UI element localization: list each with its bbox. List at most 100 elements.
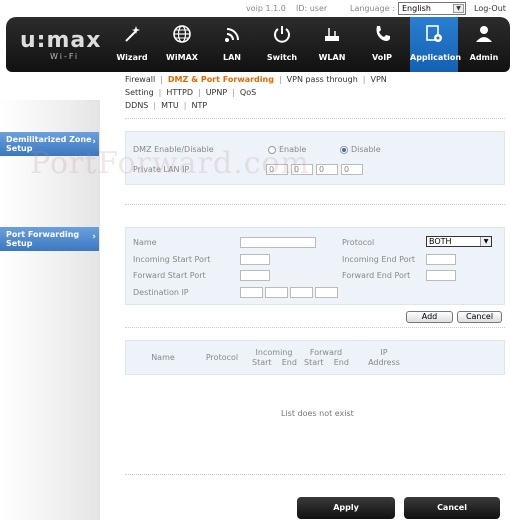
nav-label: LAN — [223, 53, 241, 62]
language-select[interactable]: English ▼ — [398, 2, 466, 15]
subnav-dmz-port-forwarding[interactable]: DMZ & Port Forwarding — [168, 75, 274, 84]
pf-forward-start-label: Forward Start Port — [133, 271, 206, 280]
pf-forward-end-input[interactable] — [426, 270, 456, 281]
router-icon — [325, 28, 339, 41]
nav-label: WLAN — [318, 53, 346, 62]
globe-icon — [173, 25, 191, 43]
chevron-down-icon: ▼ — [480, 237, 491, 246]
pf-incoming-start-input[interactable] — [240, 254, 270, 265]
pf-dest-ip-label: Destination IP — [133, 288, 189, 297]
col-protocol: Protocol — [205, 353, 239, 362]
chevron-down-icon: ▼ — [453, 4, 464, 13]
sidebar-section-dmz — [0, 100, 100, 220]
umax-logo: u:max Wi-Fi — [20, 28, 104, 64]
pf-name-label: Name — [133, 238, 157, 247]
nav-voip[interactable]: VoIP — [356, 17, 408, 72]
nav-label: Application — [410, 53, 462, 62]
logo-text: u:max — [20, 28, 102, 53]
subnav-row-2: DDNS | MTU | NTP — [125, 101, 208, 110]
pf-protocol-select[interactable]: BOTH ▼ — [426, 236, 492, 247]
dmz-ip-label: Private LAN IP — [133, 165, 190, 174]
pf-forward-end-label: Forward End Port — [342, 271, 411, 280]
dmz-ip-octet-1[interactable]: 0 — [266, 164, 288, 175]
nav-label: Wizard — [116, 53, 148, 62]
logout-link[interactable]: Log-Out — [474, 4, 506, 13]
nav-application[interactable]: Application — [410, 17, 462, 72]
divider — [125, 474, 505, 475]
user-icon — [476, 26, 492, 42]
language-label: Language : — [350, 4, 395, 13]
pf-dest-ip-octet-2[interactable] — [265, 287, 288, 298]
pf-name-input[interactable] — [240, 237, 316, 248]
subnav-firewall[interactable]: Firewall — [125, 75, 155, 84]
top-info-bar: voip 1.1.0 ID: user Language : English ▼… — [0, 0, 510, 17]
divider — [125, 118, 505, 119]
main-header: u:max Wi-Fi Wizard WiMAX LAN Switch WLAN… — [6, 17, 510, 72]
footer-cancel-button[interactable]: Cancel — [404, 497, 500, 519]
dmz-enable-option: Enable — [279, 145, 307, 154]
nav-wizard[interactable]: Wizard — [106, 17, 158, 72]
dmz-ip-octet-2[interactable]: 0 — [291, 164, 313, 175]
apply-button[interactable]: Apply — [297, 497, 395, 519]
sub-navigation: Firewall | DMZ & Port Forwarding | VPN pass … — [125, 73, 510, 112]
version-text: voip 1.1.0 — [246, 4, 286, 13]
wand-icon — [125, 26, 140, 42]
nav-label: WiMAX — [166, 53, 198, 62]
subnav-row-1: Firewall | DMZ & Port Forwarding | VPN pass … — [125, 75, 387, 97]
dmz-ip-octet-4[interactable]: 0 — [341, 164, 363, 175]
dmz-enable-radio[interactable] — [268, 146, 276, 154]
signal-icon — [225, 28, 239, 42]
cancel-button[interactable]: Cancel — [457, 311, 502, 323]
dmz-enable-label: DMZ Enable/Disable — [133, 145, 214, 154]
add-button[interactable]: Add — [406, 311, 453, 323]
sidebar-tab-dmz[interactable]: Demilitarized Zone Setup — [0, 132, 99, 156]
language-value: English — [402, 4, 431, 13]
divider — [125, 327, 505, 328]
pf-dest-ip-octet-4[interactable] — [315, 287, 338, 298]
subnav-qos[interactable]: QoS — [240, 88, 256, 97]
subnav-upnp[interactable]: UPNP — [206, 88, 228, 97]
pf-incoming-end-input[interactable] — [426, 254, 456, 265]
port-forwarding-panel: Name Protocol BOTH ▼ Incoming Start Port… — [125, 227, 505, 305]
subnav-httpd[interactable]: HTTPD — [166, 88, 193, 97]
nav-wlan[interactable]: WLAN — [306, 17, 358, 72]
rule-table-header: Name Protocol Incoming Start End Forward… — [125, 340, 505, 375]
phone-icon — [376, 26, 390, 41]
sidebar-tab-port-forwarding[interactable]: Port Forwarding Setup — [0, 227, 99, 251]
user-id-text: ID: user — [296, 4, 328, 13]
col-forward: Forward — [309, 348, 343, 357]
subnav-ddns[interactable]: DDNS — [125, 101, 148, 110]
col-incoming-sub: Start End — [252, 358, 297, 367]
nav-switch[interactable]: Switch — [256, 17, 308, 72]
nav-lan[interactable]: LAN — [206, 17, 258, 72]
divider — [125, 204, 505, 205]
logo-subtext: Wi-Fi — [50, 52, 80, 61]
nav-wimax[interactable]: WiMAX — [156, 17, 208, 72]
col-ip: IP — [380, 348, 388, 357]
pf-incoming-start-label: Incoming Start Port — [133, 255, 211, 264]
col-forward-sub: Start End — [304, 358, 349, 367]
nav-admin[interactable]: Admin — [458, 17, 510, 72]
application-icon — [426, 25, 442, 42]
col-ip-sub: Address — [368, 358, 400, 367]
pf-dest-ip-octet-1[interactable] — [240, 287, 263, 298]
power-icon — [274, 26, 290, 43]
pf-incoming-end-label: Incoming End Port — [342, 255, 416, 264]
pf-forward-start-input[interactable] — [240, 270, 270, 281]
pf-protocol-value: BOTH — [429, 237, 452, 246]
pf-dest-ip-octet-3[interactable] — [290, 287, 313, 298]
dmz-disable-radio[interactable] — [340, 146, 348, 154]
subnav-ntp[interactable]: NTP — [191, 101, 207, 110]
nav-label: Admin — [469, 53, 499, 62]
col-incoming: Incoming — [255, 348, 293, 357]
nav-label: Switch — [266, 53, 298, 62]
nav-label: VoIP — [371, 53, 393, 62]
pf-protocol-label: Protocol — [342, 238, 375, 247]
empty-list-message: List does not exist — [281, 409, 354, 418]
subnav-mtu[interactable]: MTU — [161, 101, 179, 110]
sidebar-section-pf — [0, 220, 100, 520]
dmz-panel: DMZ Enable/Disable Enable Disable Privat… — [125, 131, 505, 185]
dmz-ip-octet-3[interactable]: 0 — [316, 164, 338, 175]
subnav-vpn-pass-through[interactable]: VPN pass through — [287, 75, 358, 84]
dmz-disable-option: Disable — [351, 145, 381, 154]
